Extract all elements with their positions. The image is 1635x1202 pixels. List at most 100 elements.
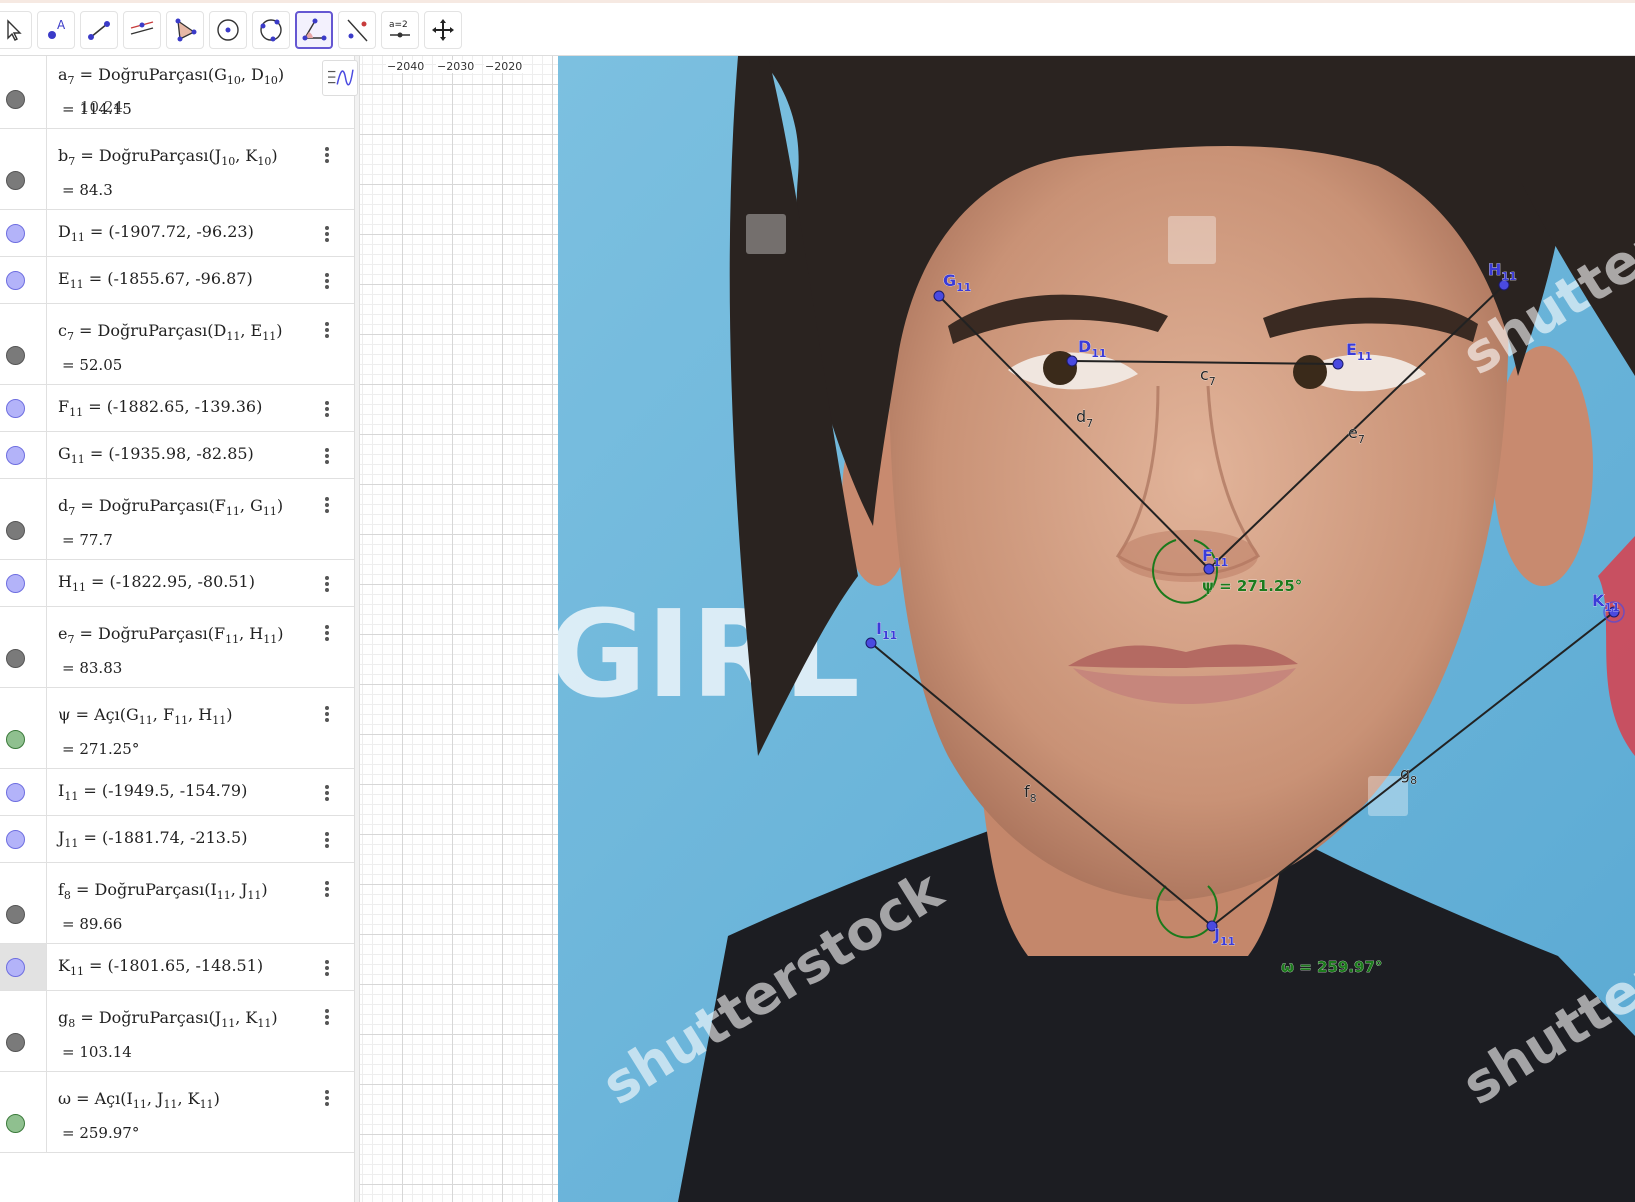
more-vert-icon[interactable] — [324, 704, 330, 724]
algebra-definition[interactable]: g8 = DoğruParçası(J11, K11) — [58, 1008, 278, 1030]
visibility-toggle-area[interactable] — [0, 607, 47, 687]
algebra-row-point[interactable]: K11 = (-1801.65, -148.51) — [0, 944, 354, 991]
algebra-definition[interactable]: b7 = DoğruParçası(J10, K10) — [58, 146, 278, 168]
perpendicular-line-tool-button[interactable] — [123, 11, 161, 49]
more-vert-icon[interactable] — [324, 399, 330, 419]
visibility-toggle-dot[interactable] — [6, 905, 25, 924]
segment-tool-button[interactable] — [80, 11, 118, 49]
algebra-row-object[interactable]: = 84.3 b7 = DoğruParçası(J10, K10) — [0, 129, 354, 210]
visibility-toggle-area[interactable] — [0, 944, 47, 990]
visibility-toggle-dot[interactable] — [6, 446, 25, 465]
more-vert-icon[interactable] — [324, 879, 330, 899]
more-vert-icon[interactable] — [324, 495, 330, 515]
visibility-toggle-area[interactable] — [0, 56, 47, 128]
point-e11[interactable] — [1332, 358, 1344, 370]
algebra-definition[interactable]: J11 = (-1881.74, -213.5) — [58, 828, 247, 850]
visibility-toggle-dot[interactable] — [6, 224, 25, 243]
algebra-row-object[interactable]: = 103.14 g8 = DoğruParçası(J11, K11) — [0, 991, 354, 1072]
algebra-definition[interactable]: D11 = (-1907.72, -96.23) — [58, 222, 254, 244]
algebra-row-point[interactable]: D11 = (-1907.72, -96.23) — [0, 210, 354, 257]
more-vert-icon[interactable] — [324, 320, 330, 340]
algebra-definition[interactable]: c7 = DoğruParçası(D11, E11) — [58, 321, 282, 343]
visibility-toggle-area[interactable] — [0, 129, 47, 209]
visibility-toggle-dot[interactable] — [6, 730, 25, 749]
algebra-definition[interactable]: H11 = (-1822.95, -80.51) — [58, 572, 255, 594]
algebra-row-point[interactable]: H11 = (-1822.95, -80.51) — [0, 560, 354, 607]
more-vert-icon[interactable] — [324, 830, 330, 850]
algebra-row-object[interactable]: = 83.83 e7 = DoğruParçası(F11, H11) — [0, 607, 354, 688]
visibility-toggle-area[interactable] — [0, 991, 47, 1071]
algebra-definition[interactable]: d7 = DoğruParçası(F11, G11) — [58, 496, 283, 518]
circle-center-tool-button[interactable] — [209, 11, 247, 49]
circle-three-points-tool-button[interactable] — [252, 11, 290, 49]
visibility-toggle-dot[interactable] — [6, 271, 25, 290]
visibility-toggle-dot[interactable] — [6, 783, 25, 802]
visibility-toggle-dot[interactable] — [6, 958, 25, 977]
more-vert-icon[interactable] — [324, 958, 330, 978]
algebra-row-point[interactable]: J11 = (-1881.74, -213.5) — [0, 816, 354, 863]
algebra-definition[interactable]: f8 = DoğruParçası(I11, J11) — [58, 880, 268, 902]
algebra-definition[interactable]: ω = Açı(I11, J11, K11) — [58, 1089, 220, 1111]
visibility-toggle-dot[interactable] — [6, 171, 25, 190]
visibility-toggle-dot[interactable] — [6, 521, 25, 540]
algebra-row-object[interactable]: = 89.66 f8 = DoğruParçası(I11, J11) — [0, 863, 354, 944]
algebra-row-object[interactable]: = 77.7 d7 = DoğruParçası(F11, G11) — [0, 479, 354, 560]
more-vert-icon[interactable] — [324, 224, 330, 244]
point-g11[interactable] — [933, 290, 945, 302]
segment-f8[interactable] — [870, 642, 1213, 927]
algebra-definition[interactable]: e7 = DoğruParçası(F11, H11) — [58, 624, 284, 646]
visibility-toggle-dot[interactable] — [6, 90, 25, 109]
angle-tool-button[interactable] — [295, 11, 333, 49]
visibility-toggle-area[interactable] — [0, 863, 47, 943]
visibility-toggle-area[interactable] — [0, 479, 47, 559]
algebra-row-point[interactable]: G11 = (-1935.98, -82.85) — [0, 432, 354, 479]
algebra-row-object[interactable]: = 259.97° ω = Açı(I11, J11, K11) — [0, 1072, 354, 1153]
algebra-row-object[interactable]: = 271.25° ψ = Açı(G11, F11, H11) — [0, 688, 354, 769]
visibility-toggle-dot[interactable] — [6, 649, 25, 668]
more-vert-icon[interactable] — [324, 1007, 330, 1027]
visibility-toggle-area[interactable] — [0, 304, 47, 384]
more-vert-icon[interactable] — [324, 623, 330, 643]
algebra-description-toggle-button[interactable] — [322, 60, 358, 96]
move-tool-button[interactable] — [0, 11, 32, 49]
algebra-row-object[interactable]: = 52.05 c7 = DoğruParçası(D11, E11) — [0, 304, 354, 385]
algebra-definition[interactable]: I11 = (-1949.5, -154.79) — [58, 781, 247, 803]
move-graphics-tool-button[interactable] — [424, 11, 462, 49]
reflect-tool-button[interactable] — [338, 11, 376, 49]
algebra-definition[interactable]: G11 = (-1935.98, -82.85) — [58, 444, 254, 466]
visibility-toggle-area[interactable] — [0, 560, 47, 606]
slider-tool-button[interactable]: a=2 — [381, 11, 419, 49]
more-vert-icon[interactable] — [324, 1088, 330, 1108]
point-tool-button[interactable]: A — [37, 11, 75, 49]
visibility-toggle-area[interactable] — [0, 432, 47, 478]
algebra-definition[interactable]: ψ = Açı(G11, F11, H11) — [58, 705, 232, 727]
more-vert-icon[interactable] — [324, 783, 330, 803]
visibility-toggle-area[interactable] — [0, 257, 47, 303]
segment-g8[interactable] — [1211, 611, 1615, 927]
algebra-definition[interactable]: a7 = DoğruParçası(G10, D10) — [58, 65, 284, 87]
visibility-toggle-dot[interactable] — [6, 574, 25, 593]
point-i11[interactable] — [865, 637, 877, 649]
segment-c7[interactable] — [1071, 360, 1339, 365]
visibility-toggle-area[interactable] — [0, 688, 47, 768]
more-vert-icon[interactable] — [324, 446, 330, 466]
visibility-toggle-dot[interactable] — [6, 346, 25, 365]
visibility-toggle-area[interactable] — [0, 816, 47, 862]
visibility-toggle-area[interactable] — [0, 769, 47, 815]
segment-d7[interactable] — [938, 295, 1210, 570]
visibility-toggle-area[interactable] — [0, 1072, 47, 1152]
visibility-toggle-area[interactable] — [0, 210, 47, 256]
algebra-row-point[interactable]: I11 = (-1949.5, -154.79) — [0, 769, 354, 816]
algebra-definition[interactable]: K11 = (-1801.65, -148.51) — [58, 956, 263, 978]
more-vert-icon[interactable] — [324, 271, 330, 291]
algebra-row-object[interactable]: = 114.15 a7 = DoğruParçası(G10, D10) — [0, 56, 354, 129]
visibility-toggle-dot[interactable] — [6, 830, 25, 849]
visibility-toggle-dot[interactable] — [6, 1114, 25, 1133]
more-vert-icon[interactable] — [324, 574, 330, 594]
more-vert-icon[interactable] — [324, 145, 330, 165]
polygon-tool-button[interactable] — [166, 11, 204, 49]
algebra-definition[interactable]: E11 = (-1855.67, -96.87) — [58, 269, 253, 291]
visibility-toggle-dot[interactable] — [6, 399, 25, 418]
visibility-toggle-area[interactable] — [0, 385, 47, 431]
algebra-row-point[interactable]: E11 = (-1855.67, -96.87) — [0, 257, 354, 304]
